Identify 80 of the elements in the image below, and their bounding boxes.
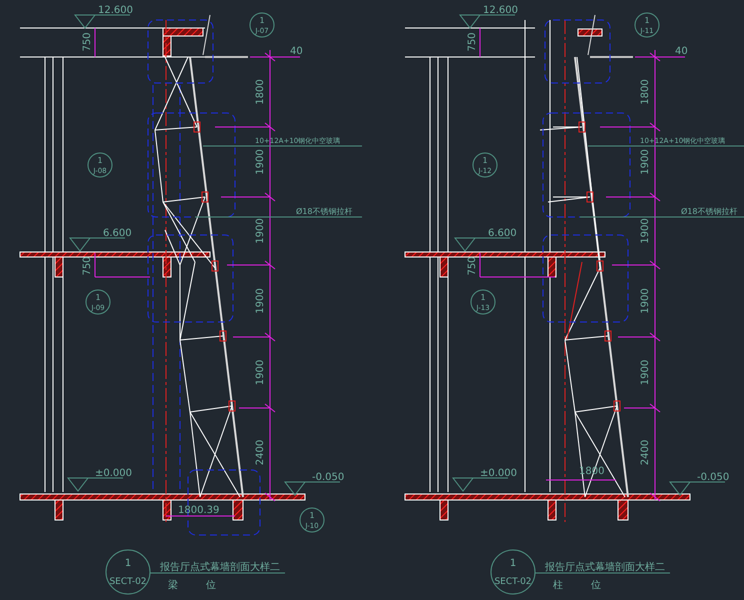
section-number: 1 [510, 558, 516, 569]
dimension-label: 1900 [255, 288, 266, 314]
sill-line [590, 56, 633, 58]
connector-icon [220, 330, 226, 342]
level-marker-icon [74, 14, 130, 29]
level-marker-icon [458, 14, 516, 29]
beam-section [548, 500, 556, 520]
elevation-label: 12.600 [98, 5, 133, 16]
callout-circle [300, 508, 324, 532]
beam-section [162, 500, 172, 520]
dimension-label: 750 [467, 32, 478, 52]
dimension-label: 1800 [640, 79, 651, 105]
beam-section [618, 500, 628, 520]
section-sheet-ref: SECT-02 [494, 577, 532, 587]
connector-icon [604, 330, 612, 342]
beam-section [54, 256, 64, 278]
section-number: 1 [124, 558, 132, 569]
dimension-label: 750 [467, 256, 478, 276]
callout-circle [86, 290, 110, 314]
dimension-label: 1900 [255, 360, 266, 386]
dimension-label: 750 [82, 256, 93, 276]
dimension-label: 1900 [255, 149, 266, 175]
sill-line [205, 56, 248, 58]
beam-section [440, 500, 448, 520]
callout-circle [250, 12, 274, 38]
level-marker-icon [452, 478, 508, 492]
dimension-label: 1900 [640, 288, 651, 314]
elevation-label: 6.600 [103, 228, 132, 239]
dimension-label: 1800 [255, 79, 266, 105]
section-sheet-ref: SECT-02 [109, 577, 147, 587]
level-marker-icon [284, 482, 340, 496]
callout-number: 1 [259, 16, 265, 25]
level-marker-icon [66, 478, 124, 492]
drawing-title: 报告厅点式幕墙剖面大样二 [160, 562, 280, 573]
callout-circle [634, 12, 660, 38]
level-marker-icon [454, 238, 510, 252]
callout-number: 1 [482, 156, 488, 165]
position-label: 梁 [168, 580, 178, 591]
callout-number: 1 [309, 511, 315, 520]
position-label: 柱 [553, 580, 563, 591]
callout-number: 1 [644, 16, 650, 25]
position-label: 位 [591, 580, 601, 591]
detail-boundary [544, 20, 610, 84]
dimension-label: 2400 [255, 440, 266, 466]
level-marker-icon [668, 482, 726, 496]
callout-circle [470, 290, 496, 314]
callout-circle [472, 152, 498, 178]
elevation-label: 6.600 [488, 228, 517, 239]
dimension-label: 40 [290, 46, 303, 57]
dimension-label: 1900 [640, 360, 651, 386]
canopy-line [202, 14, 210, 56]
dimension-label: 750 [82, 32, 93, 52]
dimension-label: 1900 [640, 218, 651, 244]
callout-number: 1 [97, 156, 103, 165]
position-label: 位 [206, 580, 216, 591]
material-label: Ø18不锈钢拉杆 [681, 207, 738, 216]
elevation-label: ±0.000 [480, 468, 518, 479]
material-label: Ø18不锈钢拉杆 [296, 207, 352, 216]
elevation-label: -0.050 [697, 472, 730, 483]
dimension-label: 1900 [255, 218, 266, 244]
drawing-title: 报告厅点式幕墙剖面大样二 [545, 562, 665, 573]
elevation-label: 12.600 [483, 5, 518, 16]
beam-section [548, 256, 556, 278]
callout-circle [88, 152, 112, 178]
dimension-label: 1900 [640, 149, 651, 175]
dimension-label: 2400 [640, 440, 651, 466]
roof-slab-section [578, 28, 602, 36]
callout-number: 1 [95, 293, 101, 302]
canopy-line [588, 14, 596, 56]
roof-slab-section [162, 28, 204, 56]
beam-section [54, 500, 64, 520]
dimension-label: 40 [675, 46, 688, 57]
level-marker-icon [68, 238, 126, 252]
dimension-label: 1800.39 [178, 505, 220, 516]
elevation-label: -0.050 [312, 472, 344, 483]
detail-boundary [148, 20, 214, 84]
beam-section [232, 500, 244, 520]
beam-section [440, 256, 448, 278]
callout-number: 1 [480, 293, 486, 302]
elevation-label: ±0.000 [95, 468, 132, 479]
